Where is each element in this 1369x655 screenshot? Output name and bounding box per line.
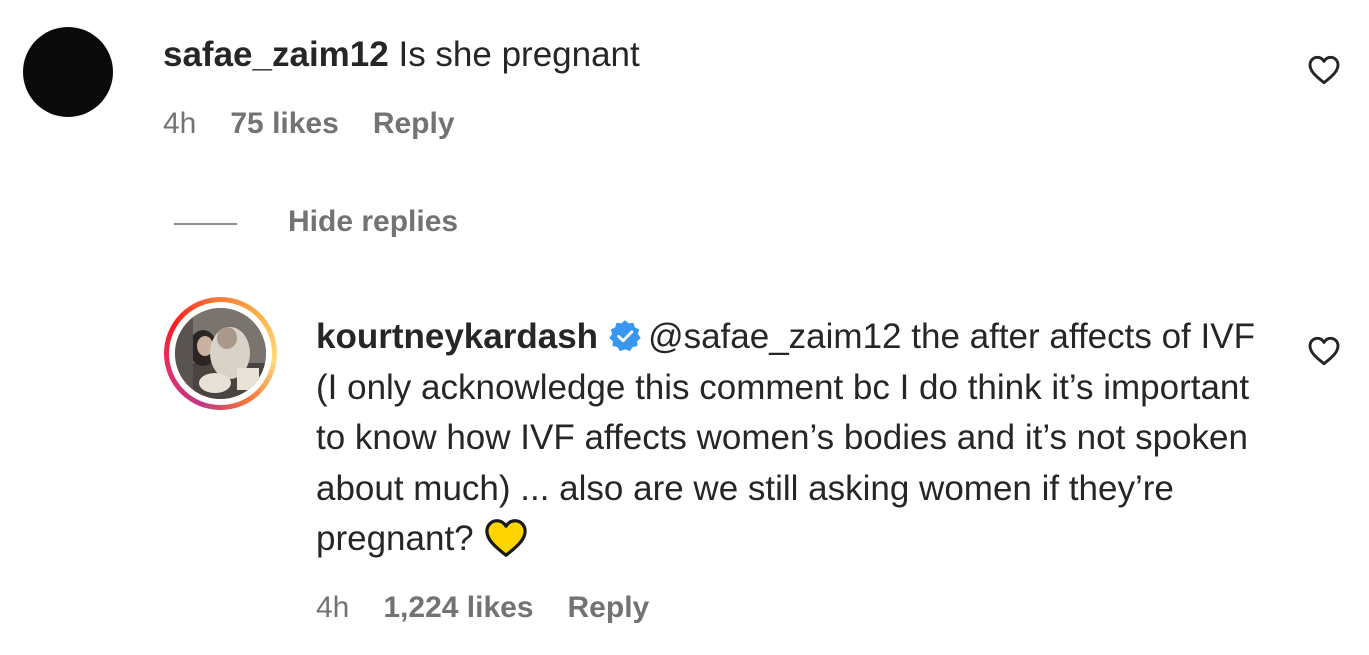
mention-link[interactable]: @safae_zaim12 bbox=[648, 317, 901, 356]
reply-button[interactable]: Reply bbox=[373, 106, 455, 142]
likes-count[interactable]: 75 likes bbox=[230, 106, 338, 142]
comment-username[interactable]: kourtneykardash bbox=[316, 317, 598, 356]
avatar-ring-gap bbox=[169, 302, 272, 405]
avatar-photo-image bbox=[175, 308, 266, 399]
comment-timestamp[interactable]: 4h bbox=[316, 590, 349, 626]
hide-replies-button[interactable]: Hide replies bbox=[288, 204, 458, 240]
comment-meta: 4h 75 likes Reply bbox=[163, 106, 455, 142]
comment-username[interactable]: safae_zaim12 bbox=[163, 35, 389, 74]
comment-timestamp[interactable]: 4h bbox=[163, 106, 196, 142]
verified-badge-icon bbox=[609, 320, 641, 352]
avatar[interactable] bbox=[23, 27, 113, 117]
comment-body: Is she pregnant bbox=[398, 35, 640, 74]
like-heart-icon[interactable] bbox=[1308, 55, 1340, 85]
replies-divider bbox=[174, 223, 237, 225]
yellow-heart-icon bbox=[484, 519, 527, 557]
avatar[interactable] bbox=[175, 308, 266, 399]
like-heart-icon[interactable] bbox=[1308, 336, 1340, 366]
avatar-story-ring[interactable] bbox=[164, 297, 277, 410]
comment-text: kourtneykardash @safae_zaim12 the after … bbox=[316, 312, 1276, 565]
comment-text: safae_zaim12 Is she pregnant bbox=[163, 34, 640, 76]
comment-meta: 4h 1,224 likes Reply bbox=[316, 590, 649, 626]
likes-count[interactable]: 1,224 likes bbox=[383, 590, 533, 626]
reply-button[interactable]: Reply bbox=[568, 590, 650, 626]
